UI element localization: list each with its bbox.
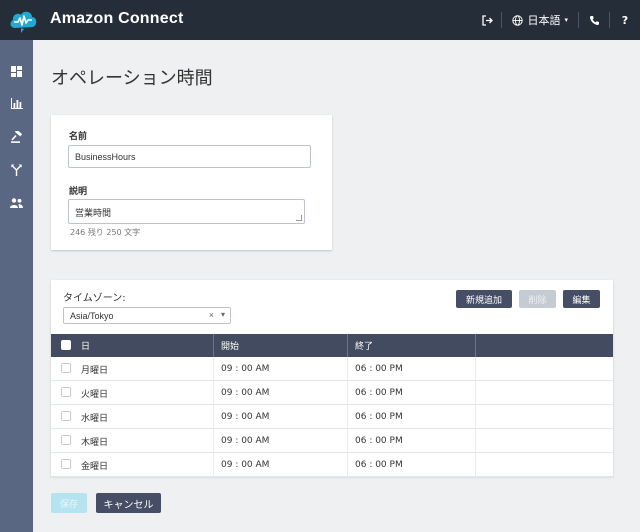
routing-icon[interactable]	[9, 129, 24, 144]
softphone-button[interactable]	[579, 0, 609, 40]
row-checkbox[interactable]	[61, 435, 71, 445]
timezone-value: Asia/Tokyo	[70, 310, 114, 321]
logout-icon	[482, 14, 493, 26]
day-cell: 月曜日	[81, 365, 109, 376]
add-new-button[interactable]: 新規追加	[456, 290, 512, 308]
column-end[interactable]: 終了	[348, 334, 476, 357]
cancel-button[interactable]: キャンセル	[96, 493, 161, 513]
save-button[interactable]: 保存	[51, 493, 87, 513]
column-extra	[476, 334, 613, 357]
clear-icon[interactable]: ×	[209, 310, 214, 320]
column-start-label: 開始	[221, 342, 240, 352]
sidebar	[0, 40, 33, 532]
description-label: 説明	[69, 187, 88, 197]
end-cell: 06 : 00 PM	[355, 388, 403, 398]
phone-icon	[589, 15, 599, 25]
metrics-icon[interactable]	[9, 96, 24, 111]
language-dropdown[interactable]: 日本語 ▾	[502, 0, 578, 40]
delete-button[interactable]: 削除	[519, 290, 556, 308]
help-button[interactable]: ?	[610, 0, 640, 40]
users-icon[interactable]	[9, 195, 24, 210]
start-cell: 09 : 00 AM	[221, 436, 270, 446]
language-label: 日本語	[527, 14, 561, 27]
start-cell: 09 : 00 AM	[221, 364, 270, 374]
page-title: オペレーション時間	[51, 68, 213, 89]
end-cell: 06 : 00 PM	[355, 436, 403, 446]
edit-button[interactable]: 編集	[563, 290, 600, 308]
row-checkbox[interactable]	[61, 411, 71, 421]
start-cell: 09 : 00 AM	[221, 388, 270, 398]
column-end-label: 終了	[355, 342, 374, 352]
table-row[interactable]: 月曜日 09 : 00 AM 06 : 00 PM	[51, 357, 613, 381]
top-navigation-bar: Amazon Connect 日本語 ▾ ?	[0, 0, 640, 40]
resize-handle[interactable]	[296, 215, 302, 221]
table-row[interactable]: 水曜日 09 : 00 AM 06 : 00 PM	[51, 405, 613, 429]
dashboard-icon[interactable]	[9, 64, 24, 79]
flow-icon[interactable]	[9, 162, 24, 177]
name-value: BusinessHours	[75, 151, 136, 162]
app-title: Amazon Connect	[50, 10, 184, 27]
day-cell: 火曜日	[81, 389, 109, 400]
end-cell: 06 : 00 PM	[355, 364, 403, 374]
end-cell: 06 : 00 PM	[355, 460, 403, 470]
row-checkbox[interactable]	[61, 363, 71, 373]
name-label: 名前	[69, 132, 88, 142]
end-cell: 06 : 00 PM	[355, 412, 403, 422]
chevron-down-icon: ▾	[564, 16, 568, 24]
table-row[interactable]: 火曜日 09 : 00 AM 06 : 00 PM	[51, 381, 613, 405]
table-header: 日 開始 終了	[51, 334, 613, 357]
table-row[interactable]: 木曜日 09 : 00 AM 06 : 00 PM	[51, 429, 613, 453]
row-checkbox[interactable]	[61, 387, 71, 397]
select-all-checkbox[interactable]	[61, 340, 71, 350]
name-field[interactable]: BusinessHours	[68, 145, 311, 168]
schedule-card: タイムゾーン: Asia/Tokyo × ▾ 新規追加 削除 編集 日 開始 終…	[51, 280, 613, 477]
day-cell: 水曜日	[81, 413, 109, 424]
start-cell: 09 : 00 AM	[221, 460, 270, 470]
timezone-select[interactable]: Asia/Tokyo × ▾	[63, 307, 231, 324]
description-field[interactable]: 営業時間	[68, 199, 305, 224]
row-checkbox[interactable]	[61, 459, 71, 469]
start-cell: 09 : 00 AM	[221, 412, 270, 422]
hours-details-card: 名前 BusinessHours 説明 営業時間 246 残り 250 文字	[51, 115, 332, 250]
timezone-label: タイムゾーン:	[63, 293, 126, 304]
chevron-down-icon[interactable]: ▾	[221, 310, 225, 319]
day-cell: 木曜日	[81, 437, 109, 448]
logout-button[interactable]	[473, 0, 501, 40]
column-day[interactable]: 日	[51, 334, 214, 357]
character-count: 246 残り 250 文字	[70, 228, 141, 237]
column-start[interactable]: 開始	[214, 334, 348, 357]
globe-icon	[512, 14, 524, 26]
table-row[interactable]: 金曜日 09 : 00 AM 06 : 00 PM	[51, 453, 613, 477]
day-cell: 金曜日	[81, 461, 109, 472]
description-value: 営業時間	[75, 208, 112, 218]
amazon-connect-logo[interactable]	[8, 6, 38, 34]
